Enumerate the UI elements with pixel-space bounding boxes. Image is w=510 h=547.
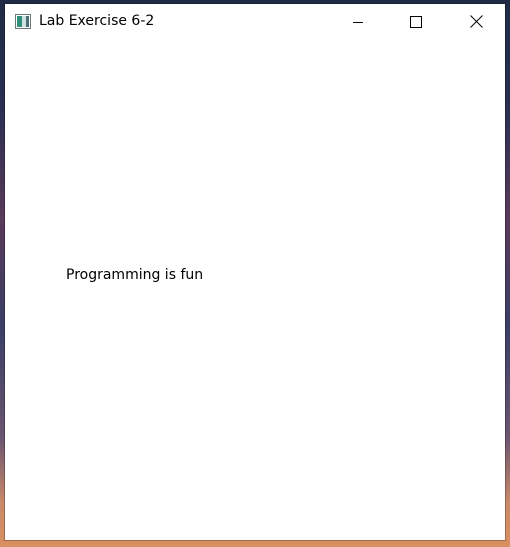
close-button[interactable]: [447, 4, 505, 40]
window-app-icon: [15, 14, 31, 29]
close-icon: [469, 13, 483, 32]
window-content: Programming is fun: [5, 40, 505, 540]
minimize-icon: [352, 13, 364, 32]
window-title: Lab Exercise 6-2: [39, 13, 155, 29]
message-label: Programming is fun: [66, 267, 204, 283]
app-window: Lab Exercise 6-2 Programming is fun: [5, 4, 505, 540]
minimize-button[interactable]: [329, 4, 387, 40]
maximize-icon: [410, 13, 422, 32]
maximize-button[interactable]: [387, 4, 445, 40]
title-bar[interactable]: Lab Exercise 6-2: [5, 4, 505, 40]
